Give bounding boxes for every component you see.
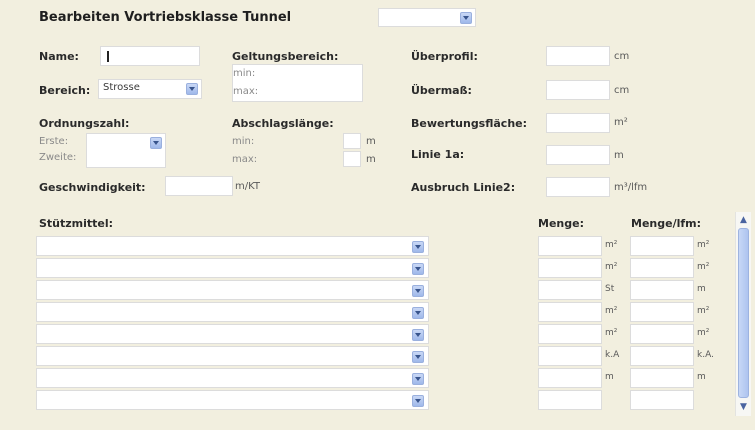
menge-lfm-unit: m	[697, 284, 706, 294]
name-input[interactable]	[100, 46, 200, 66]
linie1a-input[interactable]	[546, 145, 610, 165]
abschlag-min-label: min:	[232, 136, 255, 147]
chevron-down-icon	[150, 137, 162, 149]
bereich-value: Strosse	[103, 82, 140, 93]
menge-lfm-unit: m	[697, 372, 706, 382]
ordnungszahl-label: Ordnungszahl:	[39, 117, 130, 130]
menge-lfm-unit: m²	[697, 240, 710, 250]
chevron-down-icon	[460, 12, 472, 24]
bewertungsflaeche-label: Bewertungsfläche:	[411, 117, 528, 130]
ausbruch-linie2-input[interactable]	[546, 177, 610, 197]
zweite-label: Zweite:	[39, 152, 77, 163]
menge-header: Menge:	[538, 217, 584, 230]
geschwindigkeit-unit: m/KT	[235, 181, 260, 192]
uebermass-unit: cm	[614, 85, 630, 96]
geltungsbereich-box[interactable]: min: max:	[232, 64, 363, 102]
bereich-label: Bereich:	[39, 84, 91, 97]
menge-lfm-input[interactable]	[630, 346, 694, 366]
menge-lfm-input[interactable]	[630, 302, 694, 322]
chevron-down-icon	[412, 351, 424, 363]
ueberprofil-input[interactable]	[546, 46, 610, 66]
scrollbar-thumb[interactable]	[738, 228, 749, 398]
bereich-select[interactable]: Strosse	[98, 79, 202, 99]
header-select[interactable]	[378, 8, 476, 27]
ueberprofil-unit: cm	[614, 51, 630, 62]
abschlagslaenge-label: Abschlagslänge:	[232, 117, 334, 130]
stuetzmittel-select[interactable]	[36, 346, 429, 366]
abschlag-max-input[interactable]	[343, 151, 361, 167]
form-title: Bearbeiten Vortriebsklasse Tunnel	[39, 10, 292, 25]
chevron-down-icon	[412, 395, 424, 407]
bewertungsflaeche-input[interactable]	[546, 113, 610, 133]
abschlag-min-input[interactable]	[343, 133, 361, 149]
chevron-down-icon	[412, 329, 424, 341]
stuetzmittel-select[interactable]	[36, 302, 429, 322]
abschlag-max-label: max:	[232, 154, 258, 165]
abschlag-max-unit: m	[366, 154, 376, 165]
erste-label: Erste:	[39, 136, 69, 147]
chevron-down-icon	[186, 83, 198, 95]
chevron-down-icon	[412, 307, 424, 319]
menge-input[interactable]	[538, 346, 602, 366]
stuetzmittel-select[interactable]	[36, 258, 429, 278]
scroll-down-icon[interactable]: ▼	[737, 401, 750, 413]
menge-lfm-input[interactable]	[630, 236, 694, 256]
menge-lfm-unit: m²	[697, 328, 710, 338]
menge-input[interactable]	[538, 280, 602, 300]
ausbruch-linie2-unit: m³/lfm	[614, 182, 648, 193]
stuetzmittel-select[interactable]	[36, 368, 429, 388]
chevron-down-icon	[412, 373, 424, 385]
menge-unit: m²	[605, 262, 618, 272]
menge-lfm-input[interactable]	[630, 258, 694, 278]
stuetzmittel-select[interactable]	[36, 390, 429, 410]
stuetzmittel-select[interactable]	[36, 324, 429, 344]
menge-unit: k.A	[605, 350, 620, 360]
scroll-up-icon[interactable]: ▲	[737, 214, 750, 226]
menge-input[interactable]	[538, 324, 602, 344]
vortriebsklasse-form: { "header": { "title": "Bearbeiten Vortr…	[0, 0, 755, 430]
menge-input[interactable]	[538, 302, 602, 322]
name-label: Name:	[39, 50, 79, 63]
menge-lfm-input[interactable]	[630, 368, 694, 388]
menge-input[interactable]	[538, 236, 602, 256]
ausbruch-linie2-label: Ausbruch Linie2:	[411, 181, 516, 194]
menge-lfm-unit: k.A.	[697, 350, 714, 360]
uebermass-label: Übermaß:	[411, 84, 472, 97]
menge-lfm-input[interactable]	[630, 390, 694, 410]
text-cursor	[107, 51, 109, 62]
menge-input[interactable]	[538, 368, 602, 388]
menge-input[interactable]	[538, 258, 602, 278]
uebermass-input[interactable]	[546, 80, 610, 100]
chevron-down-icon	[412, 285, 424, 297]
geltungsbereich-max-label: max:	[233, 86, 259, 97]
menge-lfm-unit: m²	[697, 262, 710, 272]
geltungsbereich-min-label: min:	[233, 68, 256, 79]
menge-unit: m²	[605, 306, 618, 316]
menge-lfm-input[interactable]	[630, 324, 694, 344]
menge-unit: St	[605, 284, 615, 294]
chevron-down-icon	[412, 263, 424, 275]
bewertungsflaeche-unit: m²	[614, 117, 628, 128]
ueberprofil-label: Überprofil:	[411, 50, 478, 63]
menge-unit: m	[605, 372, 614, 382]
geschwindigkeit-label: Geschwindigkeit:	[39, 181, 146, 194]
linie1a-label: Linie 1a:	[411, 148, 465, 161]
abschlag-min-unit: m	[366, 136, 376, 147]
menge-lfm-header: Menge/lfm:	[631, 217, 702, 230]
linie1a-unit: m	[614, 150, 624, 161]
stuetzmittel-select[interactable]	[36, 236, 429, 256]
chevron-down-icon	[412, 241, 424, 253]
geschwindigkeit-input[interactable]	[165, 176, 233, 196]
menge-unit: m²	[605, 240, 618, 250]
ordnungszahl-select[interactable]	[86, 133, 166, 168]
stuetzmittel-select[interactable]	[36, 280, 429, 300]
vertical-scrollbar[interactable]: ▲ ▼	[735, 212, 751, 416]
menge-unit: m²	[605, 328, 618, 338]
menge-lfm-input[interactable]	[630, 280, 694, 300]
stuetzmittel-label: Stützmittel:	[39, 217, 114, 230]
menge-lfm-unit: m²	[697, 306, 710, 316]
menge-input[interactable]	[538, 390, 602, 410]
geltungsbereich-label: Geltungsbereich:	[232, 50, 339, 63]
